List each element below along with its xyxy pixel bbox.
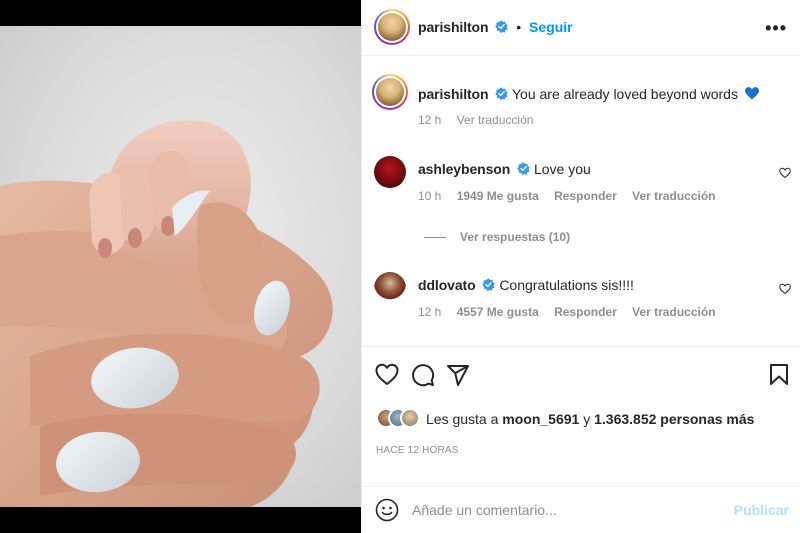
comment-username[interactable]: ashleybenson [418, 161, 510, 177]
author-line: parishilton • Seguir [418, 19, 573, 35]
verified-icon [482, 278, 496, 291]
verified-icon [517, 162, 530, 175]
comment-icon[interactable] [411, 363, 435, 387]
comment-time: 10 h [418, 189, 442, 203]
likes-prefix: Les gusta a [426, 411, 499, 427]
author-avatar[interactable] [374, 9, 410, 45]
comment-text: Love you [533, 161, 591, 177]
comment-username[interactable]: ddlovato [418, 277, 476, 293]
view-replies-label: Ver respuestas (10) [460, 230, 571, 244]
bookmark-icon[interactable] [767, 363, 791, 387]
comment-input[interactable] [412, 500, 712, 520]
blue-heart-emoji-icon [744, 87, 759, 100]
post-details-panel: parishilton • Seguir ••• parishilton You… [361, 0, 800, 533]
emoji-icon[interactable] [375, 498, 399, 522]
author-username[interactable]: parishilton [418, 19, 489, 35]
verified-icon [495, 20, 509, 33]
comment-like-heart-icon[interactable] [779, 167, 791, 179]
comment-meta: 10 h 1949 Me gusta Responder Ver traducc… [418, 189, 728, 203]
likes-summary: Les gusta a moon_5691 y 1.363.852 person… [376, 408, 754, 430]
liker-avatar [400, 408, 420, 428]
caption-translate-link[interactable]: Ver traducción [457, 113, 534, 127]
share-icon[interactable] [446, 363, 470, 387]
follow-button[interactable]: Seguir [529, 19, 573, 35]
hands-illustration [0, 120, 333, 507]
comment-likes-count[interactable]: 1949 Me gusta [457, 189, 539, 203]
likes-others[interactable]: 1.363.852 personas más [594, 411, 754, 427]
caption-text: You are already loved beyond words [512, 86, 738, 102]
comment-avatar[interactable] [374, 272, 406, 304]
comment-meta: 12 h 4557 Me gusta Responder Ver traducc… [418, 305, 728, 319]
caption-meta: 12 h Ver traducción [418, 113, 545, 127]
reply-button[interactable]: Responder [554, 189, 617, 203]
verified-icon [495, 87, 509, 100]
comment-item: ashleybenson Love you 10 h 1949 Me gusta… [362, 156, 800, 216]
post-timestamp[interactable]: HACE 12 HORAS [376, 445, 459, 456]
post-photo [0, 26, 361, 507]
reply-button[interactable]: Responder [554, 305, 617, 319]
post-header: parishilton • Seguir ••• [362, 0, 800, 56]
caption-time: 12 h [418, 113, 442, 127]
view-replies-button[interactable]: Ver respuestas (10) [424, 230, 570, 244]
publish-button[interactable]: Publicar [734, 502, 789, 518]
more-icon[interactable]: ••• [765, 18, 787, 39]
comment-text: Congratulations sis!!!! [499, 277, 634, 293]
likes-conj: y [583, 411, 591, 427]
caption-username[interactable]: parishilton [418, 86, 489, 102]
comment-body: ddlovato Congratulations sis!!!! [418, 276, 634, 294]
caption-body: parishilton You are already loved beyond… [418, 85, 759, 103]
comment-like-heart-icon[interactable] [779, 283, 791, 295]
comment-time: 12 h [418, 305, 442, 319]
liker-username[interactable]: moon_5691 [502, 411, 579, 427]
post-caption: parishilton You are already loved beyond… [362, 74, 800, 134]
add-comment-bar: Publicar [362, 486, 800, 533]
comment-item: ddlovato Congratulations sis!!!! 12 h 45… [362, 272, 800, 332]
comment-avatar[interactable] [374, 156, 406, 188]
comment-likes-count[interactable]: 4557 Me gusta [457, 305, 539, 319]
post-actions [362, 346, 800, 402]
caption-avatar[interactable] [372, 74, 408, 110]
liker-avatars[interactable] [376, 408, 420, 430]
heart-icon[interactable] [375, 363, 399, 387]
comment-body: ashleybenson Love you [418, 160, 591, 178]
post-image-panel [0, 0, 361, 533]
comment-translate-link[interactable]: Ver traducción [632, 305, 715, 319]
comment-translate-link[interactable]: Ver traducción [632, 189, 715, 203]
